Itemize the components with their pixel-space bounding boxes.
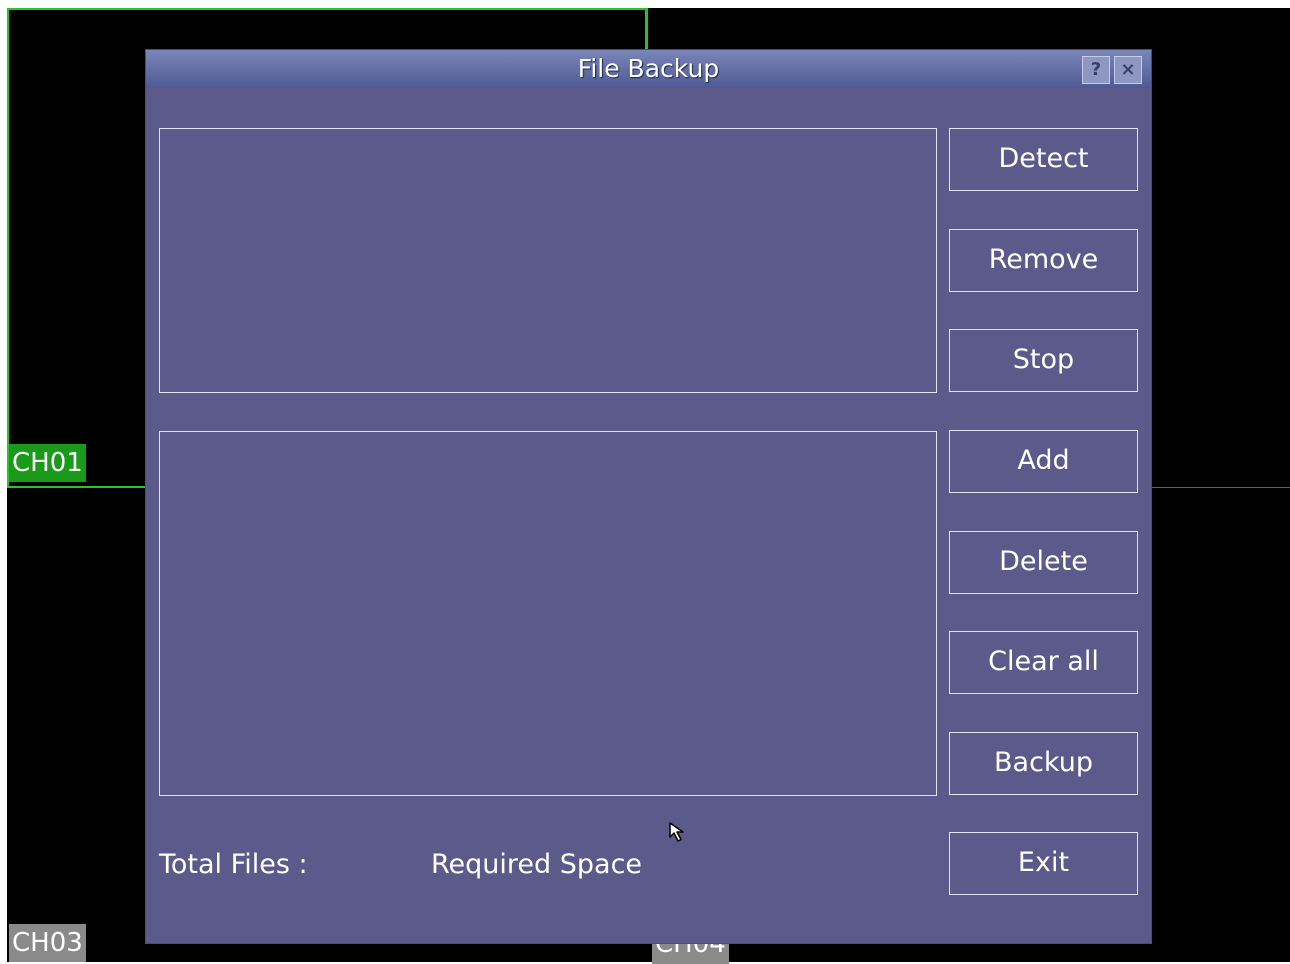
detect-button[interactable]: Detect [949, 128, 1138, 191]
delete-button[interactable]: Delete [949, 531, 1138, 594]
help-icon[interactable]: ? [1082, 56, 1110, 84]
remove-button[interactable]: Remove [949, 229, 1138, 292]
exit-button[interactable]: Exit [949, 832, 1138, 895]
channel-label-ch03: CH03 [9, 924, 86, 962]
add-button[interactable]: Add [949, 430, 1138, 493]
total-files-label: Total Files : [159, 849, 308, 880]
device-list-panel[interactable] [159, 128, 937, 393]
file-backup-dialog: File Backup ? × Detect Remove Stop Add D… [146, 50, 1151, 943]
channel-label-ch01: CH01 [9, 444, 86, 482]
clear-all-button[interactable]: Clear all [949, 631, 1138, 694]
stop-button[interactable]: Stop [949, 329, 1138, 392]
grid-divider-vertical [646, 8, 648, 53]
backup-file-list-panel[interactable] [159, 431, 937, 796]
close-icon[interactable]: × [1114, 56, 1142, 84]
required-space-label: Required Space [431, 849, 643, 880]
dialog-titlebar[interactable]: File Backup ? × [146, 50, 1151, 88]
dialog-title: File Backup [577, 54, 720, 83]
mouse-cursor-icon [669, 822, 684, 842]
backup-button[interactable]: Backup [949, 732, 1138, 795]
